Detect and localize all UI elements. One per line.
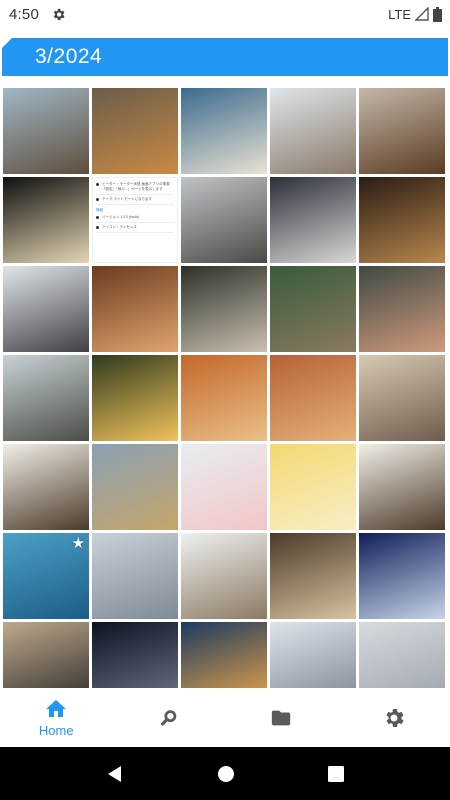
nav-folder[interactable] bbox=[225, 688, 338, 747]
home-circle-icon[interactable] bbox=[217, 765, 235, 783]
photo-thumbnail[interactable] bbox=[270, 177, 356, 263]
photo-thumbnail[interactable] bbox=[3, 355, 89, 441]
settings-icon bbox=[386, 708, 404, 727]
status-indicators: LTE bbox=[388, 6, 442, 22]
photo-thumbnail[interactable] bbox=[359, 444, 445, 530]
photo-thumbnail[interactable] bbox=[3, 266, 89, 352]
photo-grid[interactable]: ヒーター・モーター状態 画面アプリの電源 「設定」「他の...」ページを表示しま… bbox=[3, 88, 449, 688]
photo-thumbnail[interactable] bbox=[181, 444, 267, 530]
photo-thumbnail[interactable] bbox=[359, 266, 445, 352]
photo-thumbnail[interactable] bbox=[359, 533, 445, 619]
photo-thumbnail[interactable] bbox=[270, 622, 356, 688]
gear-icon bbox=[51, 7, 66, 22]
photo-thumbnail[interactable] bbox=[92, 444, 178, 530]
photo-thumbnail[interactable] bbox=[270, 355, 356, 441]
photo-thumbnail[interactable] bbox=[181, 88, 267, 174]
bottom-navigation: Home bbox=[0, 688, 450, 747]
nav-home-label: Home bbox=[38, 723, 74, 738]
photo-thumbnail[interactable] bbox=[359, 622, 445, 688]
network-type: LTE bbox=[388, 6, 411, 22]
photo-thumbnail[interactable] bbox=[181, 177, 267, 263]
photo-thumbnail[interactable] bbox=[359, 177, 445, 263]
photo-thumbnail[interactable] bbox=[3, 444, 89, 530]
app-header: 3/2024 bbox=[0, 38, 448, 76]
photo-thumbnail[interactable]: ★ bbox=[3, 533, 89, 619]
photo-thumbnail[interactable] bbox=[359, 88, 445, 174]
photo-thumbnail[interactable] bbox=[270, 444, 356, 530]
photo-thumbnail[interactable] bbox=[270, 88, 356, 174]
favorite-star-icon: ★ bbox=[71, 535, 85, 552]
photo-thumbnail[interactable] bbox=[181, 355, 267, 441]
photo-thumbnail-screenshot[interactable]: ヒーター・モーター状態 画面アプリの電源 「設定」「他の...」ページを表示しま… bbox=[92, 177, 178, 263]
search-icon bbox=[160, 709, 177, 726]
home-icon bbox=[46, 700, 67, 717]
status-bar: 4:50 LTE bbox=[0, 0, 450, 28]
photo-thumbnail[interactable] bbox=[270, 533, 356, 619]
photo-thumbnail[interactable] bbox=[3, 88, 89, 174]
photo-thumbnail[interactable] bbox=[3, 177, 89, 263]
photo-thumbnail[interactable] bbox=[181, 533, 267, 619]
nav-settings[interactable] bbox=[338, 688, 450, 747]
nav-home[interactable]: Home bbox=[0, 688, 113, 747]
photo-thumbnail[interactable] bbox=[3, 622, 89, 688]
photo-thumbnail[interactable] bbox=[92, 622, 178, 688]
system-navigation-bar bbox=[0, 747, 450, 800]
status-time: 4:50 bbox=[9, 5, 39, 23]
photo-thumbnail[interactable] bbox=[92, 533, 178, 619]
folder-icon bbox=[272, 710, 291, 725]
photo-thumbnail[interactable] bbox=[359, 355, 445, 441]
photo-thumbnail[interactable] bbox=[270, 266, 356, 352]
photo-thumbnail[interactable] bbox=[92, 88, 178, 174]
photo-thumbnail[interactable] bbox=[92, 355, 178, 441]
page-title: 3/2024 bbox=[35, 45, 103, 68]
battery-icon bbox=[433, 6, 442, 22]
photo-thumbnail[interactable] bbox=[181, 622, 267, 688]
back-icon[interactable] bbox=[106, 765, 124, 783]
nav-search[interactable] bbox=[113, 688, 226, 747]
photo-thumbnail[interactable] bbox=[92, 266, 178, 352]
photo-thumbnail[interactable] bbox=[181, 266, 267, 352]
signal-icon bbox=[415, 7, 429, 21]
recents-icon[interactable] bbox=[327, 765, 344, 782]
